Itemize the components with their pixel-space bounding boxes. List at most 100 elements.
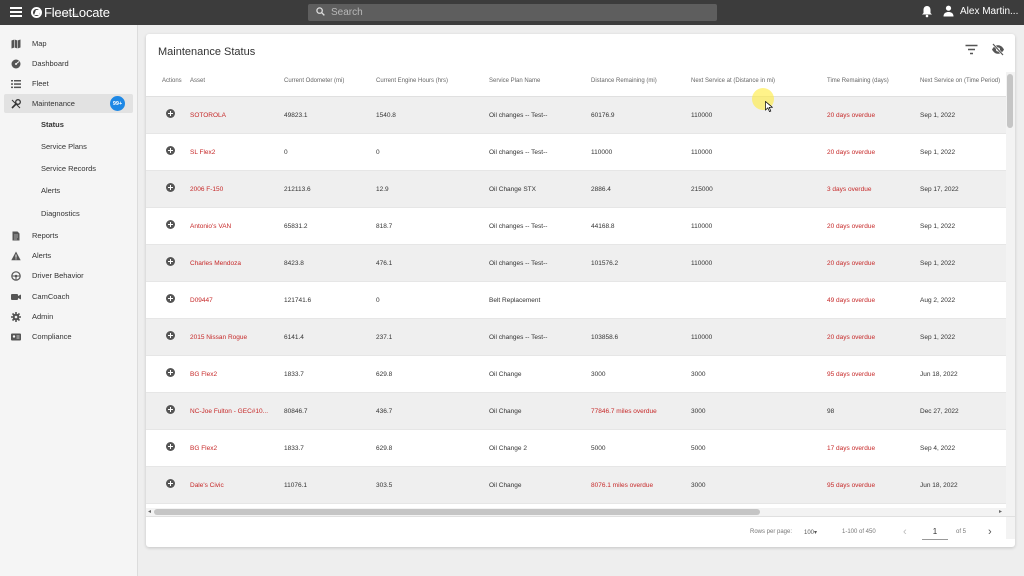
table-row[interactable]: 2015 Nissan Rogue 6141.4 237.1 Oil changes … bbox=[146, 319, 1006, 356]
horizontal-scrollbar[interactable]: ◂ ▸ bbox=[146, 508, 1006, 516]
previous-page-chevron-icon[interactable]: ‹ bbox=[903, 526, 907, 538]
cell-asset[interactable]: BG Flex2 bbox=[190, 445, 217, 452]
cell-asset[interactable]: Antonio's VAN bbox=[190, 223, 231, 230]
cell-service-plan: Oil changes -- Test-- bbox=[489, 260, 548, 267]
cell-engine-hours: 629.8 bbox=[376, 445, 393, 452]
sidebar-item-dashboard[interactable]: Dashboard bbox=[4, 54, 133, 73]
vertical-scroll-thumb[interactable] bbox=[1007, 74, 1013, 128]
table-row[interactable]: NC-Joe Fulton - GEC#10... 80846.7 436.7 Oil… bbox=[146, 393, 1006, 430]
horizontal-scroll-thumb[interactable] bbox=[154, 509, 760, 515]
gear-icon bbox=[11, 312, 21, 322]
cell-odometer: 1833.7 bbox=[284, 371, 304, 378]
sidebar-item-fleet[interactable]: Fleet bbox=[4, 74, 133, 93]
add-action-plus-icon[interactable] bbox=[166, 368, 175, 377]
add-action-plus-icon[interactable] bbox=[166, 442, 175, 451]
table-row[interactable]: 2006 F-150 212113.6 12.9 Oil Change STX 2886… bbox=[146, 171, 1006, 208]
sub-item-status[interactable]: Status bbox=[41, 120, 64, 129]
column-header-asset[interactable]: Asset bbox=[190, 78, 205, 84]
cell-service-plan: Oil changes -- Test-- bbox=[489, 149, 548, 156]
hide-columns-eye-off-icon[interactable] bbox=[991, 43, 1005, 56]
cell-asset[interactable]: SL Flex2 bbox=[190, 149, 215, 156]
id-card-icon bbox=[11, 333, 21, 341]
cell-asset[interactable]: Dale's Civic bbox=[190, 482, 224, 489]
search-bar[interactable] bbox=[308, 4, 717, 21]
cell-asset[interactable]: SOTOROLA bbox=[190, 112, 226, 119]
sidebar-item-driver-behavior[interactable]: Driver Behavior bbox=[4, 266, 133, 285]
table-row[interactable]: SL Flex2 0 0 Oil changes -- Test-- 110000 110… bbox=[146, 134, 1006, 171]
cell-asset[interactable]: NC-Joe Fulton - GEC#10... bbox=[190, 408, 268, 415]
rows-per-page-select[interactable]: 100▾ bbox=[804, 529, 817, 536]
add-action-plus-icon[interactable] bbox=[166, 109, 175, 118]
sub-item-alerts[interactable]: Alerts bbox=[41, 186, 60, 195]
sub-item-service-plans[interactable]: Service Plans bbox=[41, 142, 87, 151]
sub-item-diagnostics[interactable]: Diagnostics bbox=[41, 209, 80, 218]
cell-next-service-date: Jun 18, 2022 bbox=[920, 482, 958, 489]
table-row[interactable]: Dale's Civic 11076.1 303.5 Oil Change 8076.1… bbox=[146, 467, 1006, 504]
sub-item-service-records[interactable]: Service Records bbox=[41, 164, 96, 173]
sidebar-item-reports[interactable]: Reports bbox=[4, 226, 133, 245]
cell-engine-hours: 0 bbox=[376, 149, 380, 156]
column-header-actions[interactable]: Actions bbox=[162, 78, 182, 84]
next-page-chevron-icon[interactable]: › bbox=[988, 526, 992, 538]
notifications-bell-icon[interactable] bbox=[921, 5, 933, 18]
cell-odometer: 0 bbox=[284, 149, 288, 156]
table-row[interactable]: BG Flex2 1833.7 629.8 Oil Change 2 5000 5000 1… bbox=[146, 430, 1006, 467]
column-header-engine-hours[interactable]: Current Engine Hours (hrs) bbox=[376, 78, 448, 84]
filter-icon[interactable] bbox=[965, 44, 978, 55]
cell-distance-remaining: 110000 bbox=[591, 149, 613, 156]
sidebar-item-alerts[interactable]: Alerts bbox=[4, 246, 133, 265]
search-input[interactable] bbox=[331, 4, 711, 21]
top-bar: FleetLocate BY SPIREON Alex Martin... bbox=[0, 0, 1024, 25]
sidebar-item-label: Compliance bbox=[32, 332, 72, 341]
logo-mark-icon bbox=[31, 7, 42, 18]
sidebar-item-admin[interactable]: Admin bbox=[4, 307, 133, 326]
cell-odometer: 121741.6 bbox=[284, 297, 312, 304]
cell-asset[interactable]: 2015 Nissan Rogue bbox=[190, 334, 247, 341]
sidebar-item-camcoach[interactable]: CamCoach bbox=[4, 287, 133, 306]
cell-next-service-distance: 5000 bbox=[691, 445, 706, 452]
sidebar-item-maintenance[interactable]: Maintenance 99+ bbox=[4, 94, 133, 113]
add-action-plus-icon[interactable] bbox=[166, 331, 175, 340]
cell-asset[interactable]: D09447 bbox=[190, 297, 213, 304]
page-number-input[interactable] bbox=[922, 524, 948, 540]
cell-engine-hours: 436.7 bbox=[376, 408, 393, 415]
table-row[interactable]: D09447 121741.6 0 Belt Replacement 49 days o… bbox=[146, 282, 1006, 319]
add-action-plus-icon[interactable] bbox=[166, 479, 175, 488]
table-row[interactable]: SOTOROLA 49823.1 1540.8 Oil changes -- Test… bbox=[146, 97, 1006, 134]
column-header-next-service-distance[interactable]: Next Service at (Distance in mi) bbox=[691, 78, 775, 84]
column-header-odometer[interactable]: Current Odometer (mi) bbox=[284, 78, 344, 84]
sidebar-item-label: Map bbox=[32, 39, 47, 48]
cell-time-remaining: 20 days overdue bbox=[827, 260, 876, 267]
cell-asset[interactable]: 2006 F-150 bbox=[190, 186, 223, 193]
table-row[interactable]: BG Flex2 1833.7 629.8 Oil Change 3000 3000 95 … bbox=[146, 356, 1006, 393]
sidebar-item-map[interactable]: Map bbox=[4, 34, 133, 53]
scroll-left-arrow-icon[interactable]: ◂ bbox=[148, 508, 151, 515]
add-action-plus-icon[interactable] bbox=[166, 146, 175, 155]
table-row[interactable]: Charles Mendoza 8423.8 476.1 Oil changes --… bbox=[146, 245, 1006, 282]
hamburger-menu-icon[interactable] bbox=[10, 7, 22, 17]
column-header-service-plan[interactable]: Service Plan Name bbox=[489, 78, 540, 84]
user-menu[interactable]: Alex Martin... bbox=[943, 5, 1018, 17]
sidebar-item-compliance[interactable]: Compliance bbox=[4, 327, 133, 346]
scroll-right-arrow-icon[interactable]: ▸ bbox=[999, 508, 1002, 515]
rows-per-page-label: Rows per page: bbox=[750, 529, 793, 535]
add-action-plus-icon[interactable] bbox=[166, 220, 175, 229]
column-header-distance-remaining[interactable]: Distance Remaining (mi) bbox=[591, 78, 657, 84]
cell-next-service-date: Dec 27, 2022 bbox=[920, 408, 959, 415]
add-action-plus-icon[interactable] bbox=[166, 183, 175, 192]
cell-time-remaining: 20 days overdue bbox=[827, 223, 876, 230]
add-action-plus-icon[interactable] bbox=[166, 294, 175, 303]
add-action-plus-icon[interactable] bbox=[166, 257, 175, 266]
cell-asset[interactable]: Charles Mendoza bbox=[190, 260, 241, 267]
cell-distance-remaining: 2886.4 bbox=[591, 186, 611, 193]
cell-odometer: 80846.7 bbox=[284, 408, 308, 415]
cell-next-service-distance: 110000 bbox=[691, 260, 713, 267]
column-header-next-service-date[interactable]: Next Service on (Time Period) bbox=[920, 78, 1000, 84]
sidebar: Map Dashboard Fleet Maintenance 99+ Stat… bbox=[0, 25, 138, 576]
table-row[interactable]: Antonio's VAN 65831.2 818.7 Oil changes -- … bbox=[146, 208, 1006, 245]
add-action-plus-icon[interactable] bbox=[166, 405, 175, 414]
vertical-scrollbar[interactable] bbox=[1006, 72, 1015, 539]
column-header-time-remaining[interactable]: Time Remaining (days) bbox=[827, 78, 889, 84]
cell-service-plan: Belt Replacement bbox=[489, 297, 541, 304]
cell-asset[interactable]: BG Flex2 bbox=[190, 371, 217, 378]
